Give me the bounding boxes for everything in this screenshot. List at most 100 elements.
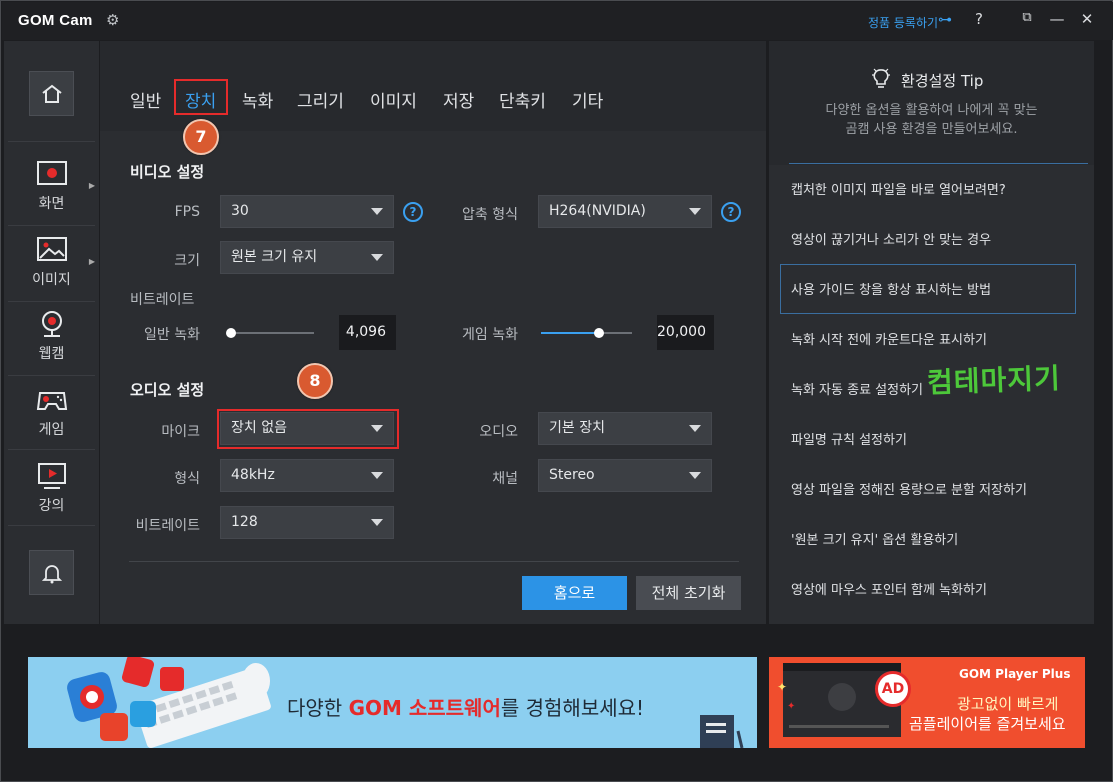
- normal-bitrate-value[interactable]: 4,096: [339, 315, 396, 350]
- lecture-icon: [37, 463, 66, 489]
- channel-select[interactable]: Stereo: [538, 459, 712, 492]
- tab-record[interactable]: 녹화: [242, 87, 273, 112]
- fps-select[interactable]: 30: [220, 195, 394, 228]
- format-select[interactable]: 48kHz: [220, 459, 394, 492]
- channel-value: Stereo: [549, 467, 595, 483]
- caret-down-icon: [371, 254, 383, 261]
- tab-image[interactable]: 이미지: [370, 87, 417, 112]
- codec-select[interactable]: H264(NVIDIA): [538, 195, 712, 228]
- sidebar-divider: [8, 525, 95, 526]
- close-button[interactable]: ✕: [1076, 10, 1098, 28]
- app-icons-illustration: [67, 657, 271, 748]
- tab-general[interactable]: 일반: [130, 87, 161, 112]
- tip-desc-line2: 곰캠 사용 환경을 만들어보세요.: [845, 122, 1018, 137]
- step-badge-7: 7: [183, 119, 219, 155]
- tip-item[interactable]: 녹화 자동 종료 설정하기: [791, 379, 923, 398]
- mic-highlight-box: [217, 409, 399, 449]
- fps-help-icon[interactable]: ?: [403, 202, 423, 222]
- ad-badge-label: AD: [881, 681, 905, 697]
- sidebar-divider: [8, 449, 95, 450]
- lightbulb-icon: [872, 68, 890, 88]
- home-icon: [41, 84, 62, 103]
- gom-software-banner[interactable]: 다양한 GOM 소프트웨어를 경험해보세요!: [28, 657, 757, 748]
- caret-down-icon: [689, 472, 701, 479]
- minimize-button[interactable]: —: [1046, 10, 1068, 28]
- tip-item[interactable]: 영상에 마우스 포인터 함께 녹화하기: [791, 579, 987, 598]
- settings-tabs: 일반 장치 녹화 그리기 이미지 저장 단축키 기타: [100, 41, 766, 131]
- banner-line-2: 곰플레이어를 즐겨보세요: [909, 715, 1066, 733]
- tip-item[interactable]: 영상이 끊기거나 소리가 안 맞는 경우: [791, 229, 991, 248]
- size-label: 크기: [174, 253, 200, 269]
- tip-title: 환경설정 Tip: [901, 72, 984, 90]
- sidebar-item-lecture[interactable]: 강의: [4, 451, 99, 525]
- tip-item[interactable]: 사용 가이드 창을 항상 표시하는 방법: [791, 279, 991, 298]
- mic-label: 마이크: [161, 424, 200, 440]
- sidebar-item-game[interactable]: 게임: [4, 375, 99, 449]
- screen-record-icon: [36, 161, 67, 185]
- tip-desc-line1: 다양한 옵션을 활용하여 나에게 꼭 맞는: [825, 103, 1038, 118]
- sidebar-divider: [8, 141, 95, 142]
- key-icon[interactable]: ⊶: [938, 12, 952, 28]
- codec-label: 압축 형식: [462, 207, 518, 223]
- tab-etc[interactable]: 기타: [572, 87, 603, 112]
- gom-player-plus-logo: GOM Player Plus: [959, 667, 1071, 681]
- slider-knob[interactable]: [226, 328, 236, 338]
- audio-device-value: 기본 장치: [549, 420, 605, 436]
- audio-bitrate-select[interactable]: 128: [220, 506, 394, 539]
- expand-arrow-icon[interactable]: ▶: [89, 257, 95, 266]
- banner-line-1: 광고없이 빠르게: [957, 695, 1059, 713]
- sidebar-item-webcam[interactable]: 웹캠: [4, 299, 99, 373]
- sidebar-item-screen[interactable]: 화면 ▶: [4, 149, 99, 223]
- register-link[interactable]: 정품 등록하기: [868, 14, 938, 31]
- normal-bitrate-slider[interactable]: [226, 328, 314, 338]
- audio-bitrate-label: 비트레이트: [135, 518, 200, 534]
- tip-item[interactable]: '원본 크기 유지' 옵션 활용하기: [791, 529, 958, 548]
- tab-shortcut[interactable]: 단축키: [499, 87, 546, 112]
- game-record-label: 게임 녹화: [462, 327, 518, 343]
- tip-item[interactable]: 캡처한 이미지 파일을 바로 열어보려면?: [791, 179, 1006, 198]
- notebook-illustration: [700, 715, 744, 748]
- tip-item[interactable]: 파일명 규칙 설정하기: [791, 429, 907, 448]
- image-icon: [36, 237, 67, 261]
- title-bar: GOM Cam ⚙ 정품 등록하기 ⊶ ? ⧉ — ✕: [2, 2, 1113, 40]
- tip-description: 다양한 옵션을 활용하여 나에게 꼭 맞는 곰캠 사용 환경을 만들어보세요.: [789, 101, 1074, 139]
- restore-button[interactable]: ⧉: [1016, 10, 1038, 25]
- codec-help-icon[interactable]: ?: [721, 202, 741, 222]
- banner-slogan: 다양한 GOM 소프트웨어를 경험해보세요!: [287, 692, 644, 721]
- game-bitrate-value[interactable]: 20,000: [657, 315, 714, 350]
- audio-device-label: 오디오: [479, 424, 518, 440]
- sidebar-item-label: 화면: [38, 196, 65, 212]
- size-select[interactable]: 원본 크기 유지: [220, 241, 394, 274]
- format-label: 형식: [174, 471, 200, 487]
- tip-item[interactable]: 영상 파일을 정해진 용량으로 분할 저장하기: [791, 479, 1027, 498]
- expand-arrow-icon[interactable]: ▶: [89, 181, 95, 190]
- sidebar-item-label: 이미지: [32, 272, 71, 288]
- caret-down-icon: [371, 208, 383, 215]
- sidebar-item-label: 강의: [38, 498, 65, 514]
- gom-player-plus-banner[interactable]: ✦ ✦ AD GOM Player Plus 광고없이 빠르게 곰플레이어를 즐…: [769, 657, 1085, 748]
- svg-text:✦: ✦: [777, 680, 787, 694]
- banner-slogan-highlight: GOM 소프트웨어: [348, 696, 501, 720]
- notification-button[interactable]: [29, 550, 74, 595]
- tip-item[interactable]: 녹화 시작 전에 카운트다운 표시하기: [791, 329, 987, 348]
- settings-panel: 일반 장치 녹화 그리기 이미지 저장 단축키 기타 7 비디오 설정 FPS …: [100, 41, 766, 624]
- video-section-title: 비디오 설정: [130, 163, 205, 181]
- bell-icon: [41, 564, 62, 583]
- caret-down-icon: [689, 425, 701, 432]
- webcam-icon: [41, 311, 62, 337]
- reset-all-button[interactable]: 전체 초기화: [636, 576, 741, 610]
- audio-device-select[interactable]: 기본 장치: [538, 412, 712, 445]
- video-bitrate-label: 비트레이트: [130, 292, 195, 308]
- slider-knob[interactable]: [594, 328, 604, 338]
- tab-draw[interactable]: 그리기: [297, 87, 344, 112]
- home-button[interactable]: [29, 71, 74, 116]
- step-badge-8: 8: [297, 363, 333, 399]
- tab-save[interactable]: 저장: [443, 87, 474, 112]
- home-return-button[interactable]: 홈으로: [522, 576, 627, 610]
- gear-icon[interactable]: ⚙: [106, 11, 119, 29]
- sidebar: 화면 ▶ 이미지 ▶ 웹캠 게임 강의: [4, 41, 99, 624]
- normal-record-label: 일반 녹화: [144, 327, 200, 343]
- game-bitrate-slider[interactable]: [541, 328, 632, 338]
- help-button[interactable]: ?: [968, 10, 990, 28]
- sidebar-item-image[interactable]: 이미지 ▶: [4, 225, 99, 299]
